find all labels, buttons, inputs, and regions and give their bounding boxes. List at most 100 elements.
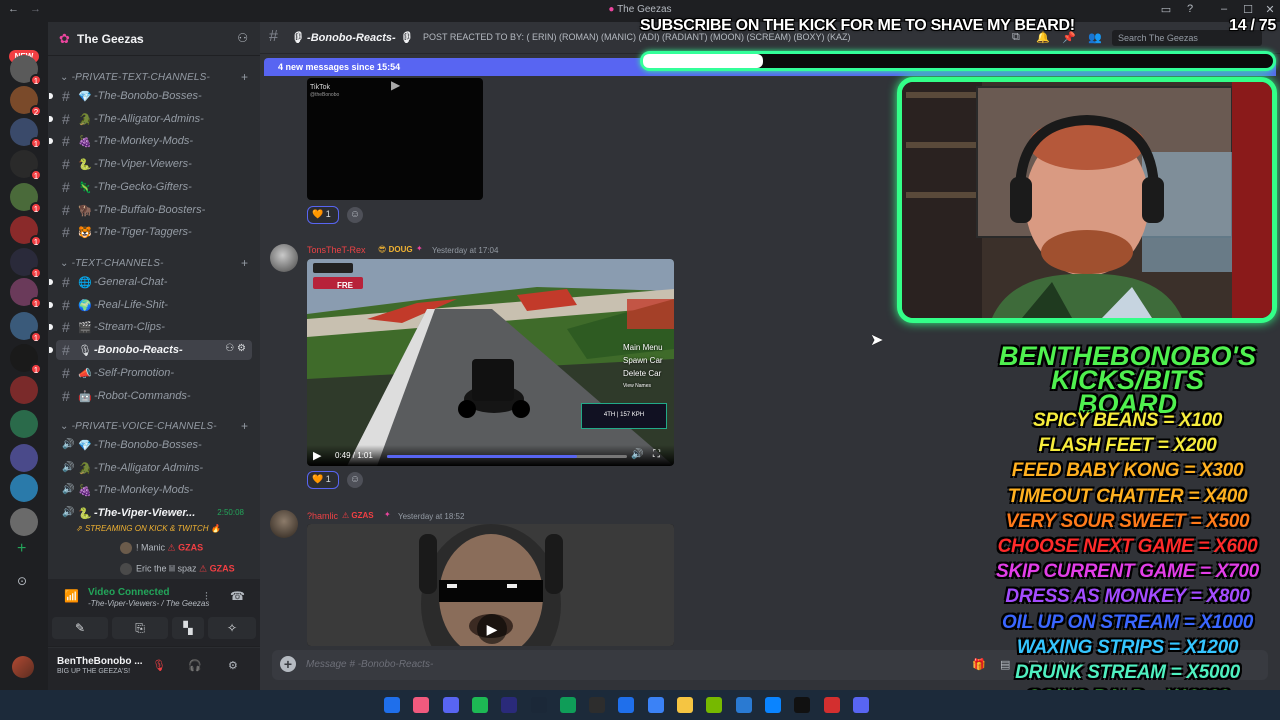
add-reaction-icon[interactable]: ☺ <box>347 472 363 488</box>
taskbar-app-icon[interactable] <box>501 697 518 713</box>
text-channel[interactable]: # 💎 -The-Bonobo-Bosses- <box>49 86 252 106</box>
voice-channel[interactable]: 🔊 🍇 -The-Monkey-Mods- <box>56 480 252 500</box>
face-video[interactable]: ▶ <box>307 524 674 646</box>
text-channel[interactable]: # 🐊 -The-Alligator-Admins- <box>49 109 252 129</box>
text-channel[interactable]: # 🦬 -The-Buffalo-Boosters- <box>56 200 252 220</box>
tiktok-video[interactable]: TikTok @theBonobo ▶ <box>307 78 483 200</box>
server-icon[interactable]: 1 <box>10 150 42 181</box>
message-input[interactable]: Message # -Bonobo-Reacts- <box>306 659 433 670</box>
taskbar-app-icon[interactable] <box>384 697 400 713</box>
taskbar-app-icon[interactable] <box>442 697 459 713</box>
activities-button[interactable]: ▚ <box>172 617 204 639</box>
voice-status: Video Connected <box>88 587 170 598</box>
taskbar-app-icon[interactable] <box>530 697 547 713</box>
server-header[interactable]: ✿ The Geezas ⌄ ⚇ <box>48 22 260 56</box>
channel-settings-icon[interactable]: ⚇ ⚙ <box>225 343 246 354</box>
server-icon[interactable] <box>10 444 38 472</box>
taskbar-app-icon[interactable] <box>589 697 606 713</box>
user-name[interactable]: BenTheBonobo ... <box>57 656 143 667</box>
message-author[interactable]: TonsTheT-Rex <box>307 245 366 255</box>
text-channel[interactable]: # 📣 -Self-Promotion- <box>56 363 252 383</box>
settings-icon[interactable]: ⚙ <box>228 659 238 672</box>
server-icon[interactable]: 1 <box>10 278 42 309</box>
taskbar-app-icon[interactable] <box>413 697 430 713</box>
taskbar-app-icon[interactable] <box>647 697 664 713</box>
taskbar-app-icon[interactable] <box>764 697 781 713</box>
discover-icon[interactable]: ⊙ <box>17 574 27 588</box>
text-channel[interactable]: # 🎙 -Bonobo-Reacts- ⚇ ⚙ <box>49 340 252 361</box>
taskbar-app-icon[interactable] <box>471 697 488 713</box>
text-channel[interactable]: # 🤖 -Robot-Commands- <box>56 386 252 406</box>
voice-user[interactable]: ! Manic ⚠ GZAS <box>120 542 203 554</box>
play-icon[interactable]: ▶ <box>477 614 507 644</box>
text-channel[interactable]: # 🐍 -The-Viper-Viewers- <box>56 154 252 174</box>
game-menu: Main Menu Spawn Car Delete Car View Name… <box>623 341 663 393</box>
voice-channel[interactable]: 🔊 💎 -The-Bonobo-Bosses- <box>56 435 252 455</box>
video-scrubber[interactable] <box>387 455 627 458</box>
game-video[interactable]: FRE Main Menu Spawn Car Delete Car View … <box>307 259 674 466</box>
server-icon[interactable]: 1 <box>10 183 42 214</box>
server-icon[interactable] <box>10 474 38 502</box>
mute-icon[interactable]: 🎙 <box>152 659 166 672</box>
taskbar-app-icon[interactable] <box>706 697 723 713</box>
voice-channel-name[interactable]: -The-Viper-Viewers- / The Geezas <box>88 599 209 608</box>
reaction-heart[interactable]: 🧡 1 <box>307 206 339 224</box>
taskbar-app-icon[interactable] <box>852 697 869 713</box>
taskbar-app-icon[interactable] <box>559 697 576 713</box>
message-author[interactable]: ?hamlic <box>307 511 338 521</box>
server-icon[interactable]: 1 <box>10 312 42 343</box>
reaction-heart[interactable]: 🧡 1 <box>307 471 339 489</box>
avatar[interactable] <box>270 510 298 538</box>
taskbar-app-icon[interactable] <box>794 697 811 713</box>
taskbar-app-icon[interactable] <box>735 697 752 713</box>
signal-icon[interactable]: 📶 <box>64 589 79 603</box>
taskbar-app-icon[interactable] <box>618 697 635 713</box>
noise-suppression-icon[interactable]: ⫶ <box>205 591 208 604</box>
voice-user[interactable]: Eric the lil spaz ⚠ GZAS <box>120 563 235 575</box>
screenshare-button[interactable]: ⎘ <box>112 617 168 639</box>
category-private-text[interactable]: ⌄ -PRIVATE-TEXT-CHANNELS- <box>60 72 210 83</box>
hash-icon: # <box>62 296 70 313</box>
voice-channel[interactable]: 🔊 🐍 -The-Viper-Viewer... 2:50:08 <box>56 503 252 523</box>
taskbar-app-icon[interactable] <box>677 697 693 713</box>
text-channel[interactable]: # 🌐 -General-Chat- <box>49 272 252 292</box>
text-channel[interactable]: # 🎬 -Stream-Clips- <box>49 317 252 337</box>
server-icon[interactable]: 1 <box>10 55 42 86</box>
server-icon[interactable]: 1 <box>10 216 42 247</box>
text-channel[interactable]: # 🐯 -The-Tiger-Taggers- <box>56 222 252 242</box>
text-channel[interactable]: # 🍇 -The-Monkey-Mods- <box>49 131 252 151</box>
channel-emoji-icon: 🎙 <box>78 345 92 358</box>
add-channel-icon[interactable]: + <box>241 419 248 433</box>
attach-plus-icon[interactable]: + <box>280 656 296 672</box>
disconnect-icon[interactable]: ☎ <box>230 589 245 603</box>
category-text[interactable]: ⌄ -TEXT-CHANNELS- <box>60 258 164 269</box>
avatar[interactable] <box>12 656 34 678</box>
server-icon[interactable]: 1 <box>10 344 42 375</box>
server-icon[interactable]: 1 <box>10 118 42 149</box>
add-member-icon[interactable]: ⚇ <box>237 31 248 45</box>
text-channel[interactable]: # 🌍 -Real-Life-Shit- <box>49 295 252 315</box>
play-icon[interactable]: ▶ <box>391 78 400 92</box>
voice-channel[interactable]: 🔊 🐊 -The-Alligator Admins- <box>56 458 252 478</box>
avatar[interactable] <box>270 244 298 272</box>
channel-emoji-icon: 🐊 <box>78 462 92 475</box>
deafen-icon[interactable]: 🎧 <box>188 659 202 672</box>
add-reaction-icon[interactable]: ☺ <box>347 207 363 223</box>
add-channel-icon[interactable]: + <box>241 256 248 270</box>
fullscreen-icon[interactable]: ⛶ <box>653 449 660 460</box>
soundboard-button[interactable]: ✧ <box>208 617 256 639</box>
play-icon[interactable]: ▶ <box>313 449 321 462</box>
volume-icon[interactable]: 🔊 <box>631 449 643 460</box>
category-private-voice[interactable]: ⌄ -PRIVATE-VOICE-CHANNELS- <box>60 421 217 432</box>
text-channel[interactable]: # 🦎 -The-Gecko-Gifters- <box>56 177 252 197</box>
video-button[interactable]: ✎ <box>52 617 108 639</box>
server-icon[interactable]: 1 <box>10 248 42 279</box>
add-server-icon[interactable]: + <box>17 540 26 558</box>
taskbar-app-icon[interactable] <box>823 697 840 713</box>
server-icon[interactable] <box>10 376 38 404</box>
add-channel-icon[interactable]: + <box>241 70 248 84</box>
webcam-overlay <box>897 77 1277 323</box>
server-icon[interactable] <box>10 410 38 438</box>
server-icon[interactable]: 2 <box>10 86 42 117</box>
server-icon[interactable] <box>10 508 38 536</box>
